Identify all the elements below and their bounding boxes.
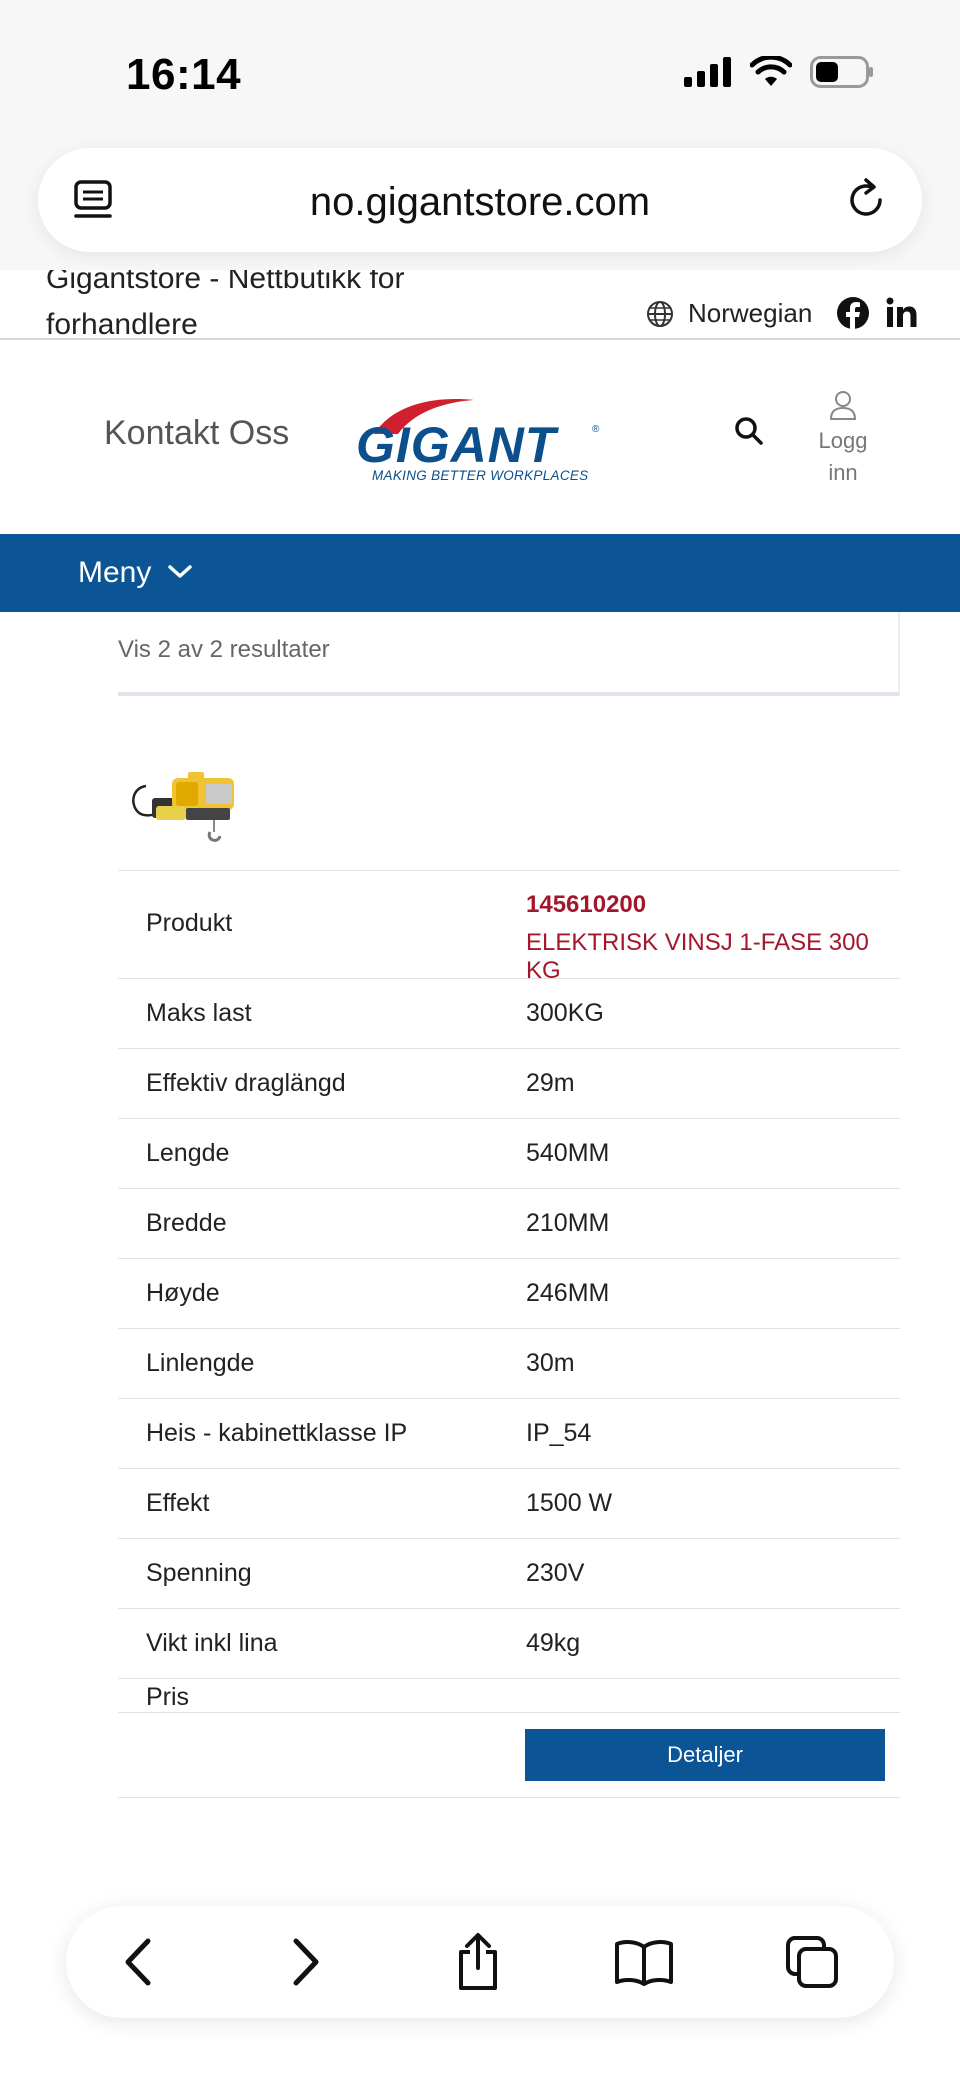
back-arrow-icon[interactable] [106,1930,170,1994]
chevron-down-icon[interactable] [168,564,192,585]
site-tagline: Gigantstore - Nettbutikk for forhandlere [46,270,405,340]
table-row: Detaljer [118,1712,900,1798]
spec-value: 1500 W [526,1489,613,1517]
spec-table: Produkt 145610200 ELEKTRISK VINSJ 1-FASE… [118,870,900,1798]
contact-link[interactable]: Kontakt Oss [104,414,289,453]
spec-value: 30m [526,1349,575,1377]
site-header: Kontakt Oss GIGANT ® MAKING BETTER WORKP… [0,342,960,534]
details-button[interactable]: Detaljer [525,1729,885,1781]
spec-value: 49kg [526,1629,581,1657]
spec-label: Linlengde [146,1349,255,1377]
spec-value: IP_54 [526,1419,592,1447]
login-label-line2: inn [828,460,858,485]
spec-label: Høyde [146,1279,220,1307]
battery-icon [810,56,873,88]
url-text[interactable]: no.gigantstore.com [38,180,922,225]
spec-value: 246MM [526,1279,610,1307]
tab-switcher-icon[interactable] [780,1930,844,1994]
spec-value: 540MM [526,1139,610,1167]
results-count: Vis 2 av 2 resultater [118,636,330,663]
bookmarks-icon[interactable] [612,1930,676,1994]
spec-label: Produkt [146,909,233,937]
table-row: Produkt 145610200 ELEKTRISK VINSJ 1-FASE… [118,870,900,984]
globe-icon [647,300,673,327]
svg-text:®: ® [592,424,600,435]
spec-label: Spenning [146,1559,252,1587]
wifi-icon [750,56,792,86]
address-bar[interactable]: no.gigantstore.com [38,148,922,252]
browser-toolbar-bottom [66,1906,894,2018]
price-label: Pris [146,1683,190,1711]
product-code-link[interactable]: 145610200 [526,891,646,919]
spec-label: Effektiv draglängd [146,1069,346,1097]
social-links [836,296,918,330]
product-image[interactable] [126,756,256,846]
spec-value: 29m [526,1069,575,1097]
table-row: Linlengde 30m [118,1328,900,1398]
linkedin-icon[interactable] [886,297,918,329]
table-row: Heis - kabinettklasse IP IP_54 [118,1398,900,1468]
login-link[interactable]: Logg inn [812,390,874,489]
table-row: Effekt 1500 W [118,1468,900,1538]
spec-label: Bredde [146,1209,227,1237]
table-row: Spenning 230V [118,1538,900,1608]
reload-icon[interactable] [844,178,888,227]
table-row: Høyde 246MM [118,1258,900,1328]
spec-value: 230V [526,1559,585,1587]
spec-value: 210MM [526,1209,610,1237]
spec-label: Vikt inkl lina [146,1629,278,1657]
table-row: Bredde 210MM [118,1188,900,1258]
facebook-icon[interactable] [836,296,870,330]
table-row: Maks last 300KG [118,978,900,1048]
table-row: Lengde 540MM [118,1118,900,1188]
menu-bar[interactable]: Meny [0,534,960,612]
spec-label: Effekt [146,1489,210,1517]
language-label: Norwegian [688,298,813,328]
table-row: Effektiv draglängd 29m [118,1048,900,1118]
menu-label[interactable]: Meny [78,556,151,590]
spec-label: Lengde [146,1139,230,1167]
results-bar: Vis 2 av 2 resultater [118,612,900,696]
table-row: Pris [118,1678,900,1712]
gigant-logo[interactable]: GIGANT ® MAKING BETTER WORKPLACES [354,394,606,489]
forward-arrow-icon[interactable] [274,1930,338,1994]
spec-label: Maks last [146,999,252,1027]
signal-icon [684,57,731,87]
spec-label: Heis - kabinettklasse IP [146,1419,408,1447]
user-icon [829,391,857,420]
svg-text:MAKING BETTER WORKPLACES: MAKING BETTER WORKPLACES [372,468,588,483]
svg-text:GIGANT: GIGANT [356,417,560,473]
ios-status-bar: 16:14 [0,0,960,140]
search-icon[interactable] [734,416,764,451]
site-top-strip: Gigantstore - Nettbutikk for forhandlere… [0,270,960,340]
product-name-link[interactable]: ELEKTRISK VINSJ 1-FASE 300 KG [526,929,900,985]
spec-value: 300KG [526,999,604,1027]
language-selector[interactable]: Norwegian [646,298,812,329]
login-label-line1: Logg [818,428,868,453]
share-icon[interactable] [446,1930,510,1994]
table-row: Vikt inkl lina 49kg [118,1608,900,1678]
status-time: 16:14 [126,50,242,99]
status-icons [684,56,874,88]
